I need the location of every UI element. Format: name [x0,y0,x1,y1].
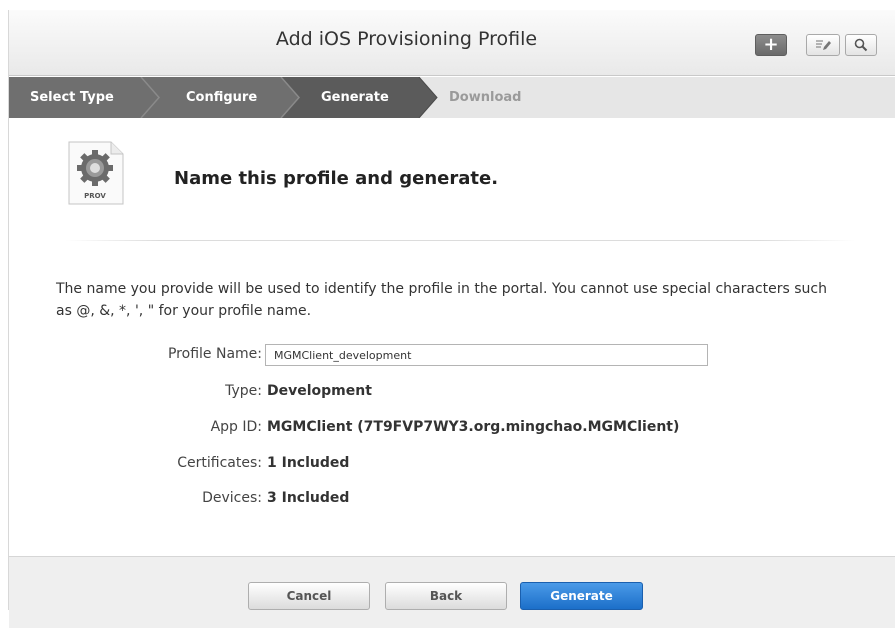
cancel-button[interactable]: Cancel [248,582,370,610]
profile-name-label: Profile Name: [167,346,262,362]
app-id-row: App ID: MGMClient (7T9FVP7WY3.org.mingch… [0,417,895,441]
devices-label: Devices: [202,490,262,506]
search-icon [854,38,868,52]
add-button[interactable]: + [755,34,787,56]
profile-name-input[interactable] [265,344,708,366]
header-bar: Add iOS Provisioning Profile + [9,10,895,76]
search-button[interactable] [845,34,877,56]
plus-icon: + [763,34,779,55]
edit-icon [816,40,831,50]
type-value: Development [267,383,372,399]
intro-text: The name you provide will be used to ide… [56,281,828,319]
app-id-value: MGMClient (7T9FVP7WY3.org.mingchao.MGMCl… [267,419,680,435]
page: Add iOS Provisioning Profile + Select Ty… [0,0,895,628]
step-generate: Generate [321,90,389,105]
app-id-label: App ID: [210,419,262,435]
section-heading: Name this profile and generate. [174,168,499,189]
certificates-label: Certificates: [177,455,262,471]
step-select-type: Select Type [30,90,114,105]
certificates-row: Certificates: 1 Included [0,453,895,477]
edit-button[interactable] [806,34,840,56]
prov-icon-label: PROV [84,192,106,200]
divider [65,240,855,241]
step-download: Download [449,90,522,105]
step-configure: Configure [186,90,258,105]
type-row: Type: Development [0,381,895,405]
back-button[interactable]: Back [385,582,507,610]
devices-row: Devices: 3 Included [0,488,895,512]
provisioning-profile-icon: PROV [68,141,124,205]
step-progress-bar: Select Type Configure Generate Download [9,77,895,118]
type-label: Type: [225,383,262,399]
page-title: Add iOS Provisioning Profile [275,28,538,50]
generate-button[interactable]: Generate [520,582,643,610]
devices-value: 3 Included [267,490,350,506]
certificates-value: 1 Included [267,455,350,471]
